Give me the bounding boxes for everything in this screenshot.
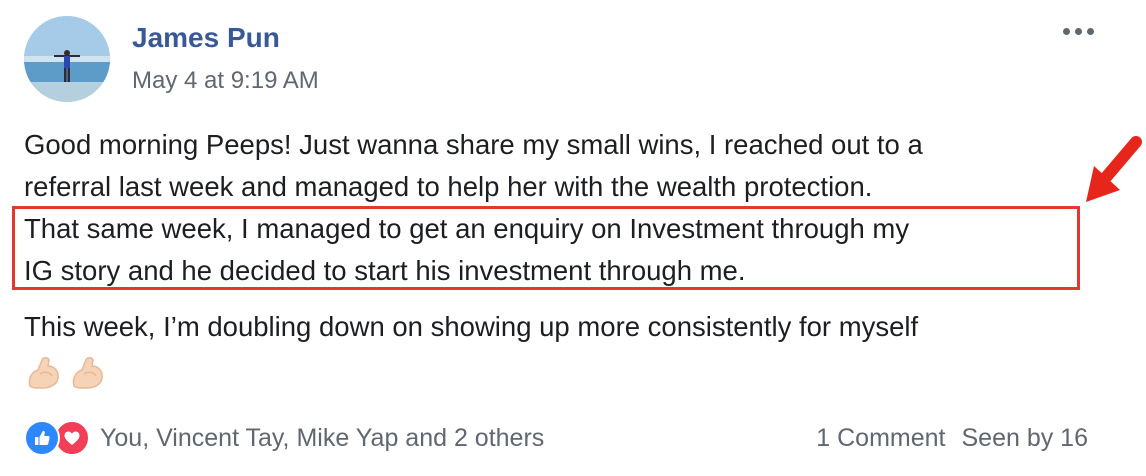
flexed-biceps-icon: [28, 357, 59, 389]
heart-glyph: [64, 431, 80, 445]
flexed-biceps-icon: [72, 357, 103, 389]
post-timestamp[interactable]: May 4 at 9:19 AM: [132, 67, 319, 95]
emoji-row: [24, 354, 106, 394]
ellipsis-icon: [1062, 27, 1070, 35]
post-text-line: referral last week and managed to help h…: [24, 171, 873, 202]
ellipsis-dot: [1086, 27, 1094, 35]
post-stats: 1 Comment Seen by 16: [816, 418, 1088, 458]
avatar[interactable]: [24, 16, 110, 102]
seen-by-count[interactable]: Seen by 16: [962, 424, 1089, 453]
post-text-line: This week, I’m doubling down on showing …: [24, 311, 919, 342]
red-arrow-icon: [1086, 136, 1142, 202]
reactions-summary[interactable]: You, Vincent Tay, Mike Yap and 2 others: [24, 418, 544, 458]
post-text-line: Good morning Peeps! Just wanna share my …: [24, 129, 923, 160]
like-icon[interactable]: [24, 420, 60, 456]
comments-count-link[interactable]: 1 Comment: [816, 424, 945, 453]
facebook-post: James Pun May 4 at 9:19 AM Good morning …: [0, 0, 1146, 476]
reactors-text[interactable]: You, Vincent Tay, Mike Yap and 2 others: [100, 424, 544, 453]
ellipsis-dot: [1074, 27, 1082, 35]
more-options-button[interactable]: [1052, 16, 1104, 46]
highlight-annotation-box: [12, 206, 1080, 290]
avatar-photo: [24, 16, 110, 102]
author-name[interactable]: James Pun: [132, 22, 280, 54]
thumbs-up-glyph: [35, 431, 50, 445]
